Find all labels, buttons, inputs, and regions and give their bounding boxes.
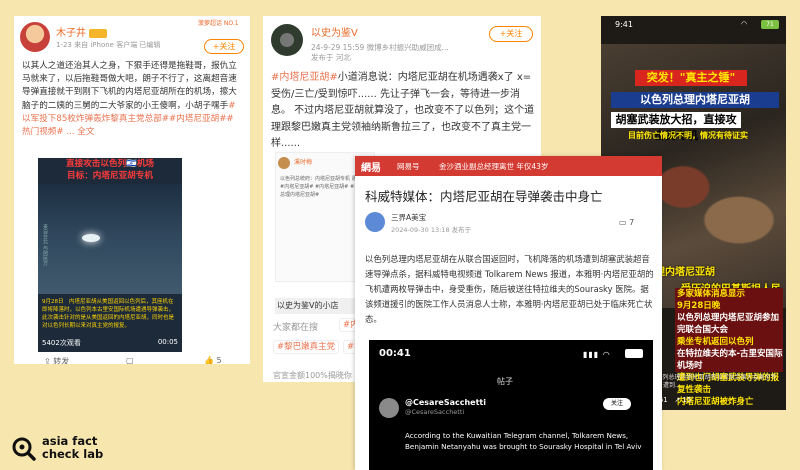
post-header: 木子井 1-23 来自 iPhone 客户端 已编辑 菠萝超话 NO.1 +关注: [14, 16, 250, 58]
news-line: 在特拉维夫的本-古里安国际机场时: [677, 349, 783, 371]
video-frame: 来自台北 与阿民方: [38, 184, 182, 294]
section-label[interactable]: 网易号: [397, 161, 420, 172]
post-meta: 1-23 来自 iPhone 客户端 已编辑: [56, 41, 161, 49]
status-bar: 9:41 ◠ 71: [601, 16, 786, 36]
video-duration: 00:05: [157, 338, 178, 346]
share-button[interactable]: ↗ 15: [674, 396, 691, 404]
level-badge-icon: [89, 28, 107, 38]
comment-count[interactable]: ▭ 7: [619, 218, 634, 227]
weibo-post-card-1: 木子井 1-23 来自 iPhone 客户端 已编辑 菠萝超话 NO.1 +关注…: [14, 16, 250, 364]
comment-icon: ▭: [619, 218, 630, 227]
avatar[interactable]: [271, 24, 303, 56]
top-bar: 網易 网易号 金沙酒业副总经理离世 年仅43岁: [355, 156, 662, 176]
tweet-author: @CesareSacchetti: [405, 398, 486, 407]
news-overlay: 多家媒体消息显示 9月28日晚 以色列总理内塔尼亚胡参加完联合国大会 乘坐专机返…: [675, 288, 783, 407]
view-count: 5402次观看: [42, 339, 81, 347]
like-button[interactable]: 👍 5: [204, 356, 222, 364]
avatar: [379, 398, 399, 418]
headline-banner: 胡塞武装放大招，直接攻击其专机: [611, 112, 741, 142]
news-line: 多家媒体消息显示: [677, 289, 746, 299]
clock: 9:41: [615, 20, 633, 29]
news-line: 乘坐专机返回以色列: [677, 337, 754, 347]
asia-fact-check-lab-logo: asia fact check lab: [12, 435, 132, 465]
clock: 00:41: [379, 348, 411, 359]
video-side-text: 来自台北 与阿民方: [42, 224, 48, 266]
ad-text: 官宣金额100%揭晓你: [273, 371, 352, 380]
explosion-flash: [82, 234, 100, 242]
video-title-line1: 直接攻击以色列🇮🇱机场: [65, 159, 155, 169]
follow-button[interactable]: +关注: [204, 39, 244, 54]
battery-icon: [625, 349, 643, 358]
repost-button[interactable]: ⇪ 转发: [44, 356, 69, 364]
logo-line2: check lab: [42, 447, 104, 461]
post-body: 以其人之道还治其人之身，下狠手还得是拖鞋哥，报仇立马就来了，以后拖鞋哥做大吧，朗…: [22, 61, 237, 138]
headline-banner: 目前伤亡情况不明，情况有待证实: [628, 131, 748, 140]
tweet-handle: @CesareSacchetti: [405, 408, 465, 416]
page-title: 帖子: [497, 377, 513, 386]
follow-button[interactable]: +关注: [489, 26, 533, 42]
comment-icon[interactable]: ▢: [126, 356, 134, 364]
embedded-username: 溪时梅: [294, 159, 313, 166]
shop-link[interactable]: 以史为鉴V的小店: [275, 298, 355, 314]
fact-check-logo-icon: [12, 437, 36, 461]
netease-article-card: 網易 网易号 金沙酒业副总经理离世 年仅43岁 科威特媒体：内塔尼亚胡在导弹袭击…: [355, 156, 662, 470]
super-topic-tag[interactable]: 菠萝超话 NO.1: [198, 20, 239, 28]
trending-tag[interactable]: #黎巴嫩真主党: [273, 340, 340, 354]
avatar[interactable]: [365, 212, 385, 232]
netease-logo[interactable]: 網易: [361, 159, 381, 174]
post-location: 发布于 河北: [311, 53, 351, 62]
embedded-screenshot: 00:41 ▮▮▮ ◠ 帖子 @CesareSacchetti @CesareS…: [369, 340, 653, 470]
tweet-text: According to the Kuwaitian Telegram chan…: [405, 431, 642, 451]
follow-button: 关注: [603, 398, 631, 410]
avatar: [278, 157, 290, 169]
publish-date: 2024-09-30 13:18 发布于: [391, 226, 472, 234]
video-title-line2: 目标：内塔尼亚胡专机: [67, 171, 153, 181]
news-line: 以色列总理内塔尼亚胡参加完联合国大会: [677, 313, 780, 335]
trending-label: 大家都在搜: [273, 323, 319, 333]
expand-link[interactable]: ... 全文: [66, 127, 94, 137]
author-name[interactable]: 三界A美宝: [391, 212, 426, 223]
post-body: #内塔尼亚胡#小道消息说：内塔尼亚胡在机场遇袭x了 x=受伤/三亡/受到惊吓..…: [271, 72, 535, 149]
wifi-icon: ◠: [741, 20, 748, 28]
avatar[interactable]: [20, 22, 50, 52]
article-title: 科威特媒体：内塔尼亚胡在导弹袭击中身亡: [365, 189, 603, 204]
signal-icon: ▮▮▮ ◠: [583, 350, 611, 359]
article-body: 以色列总理内塔尼亚胡在从联合国返回时，飞机降落的机场遭到胡塞武装超音速导弹点杀，…: [365, 254, 654, 324]
battery-icon: 71: [761, 20, 779, 29]
video-player[interactable]: 直接攻击以色列🇮🇱机场 目标：内塔尼亚胡专机 来自台北 与阿民方 9月28日 内…: [38, 158, 182, 352]
headline-banner: 突发！"真主之锤": [635, 70, 747, 86]
news-line: 9月28日晚: [677, 301, 721, 311]
people-scene: [641, 154, 781, 264]
video-caption: 9月28日 内塔尼亚胡从美国返回以色列后，其座机在即将降落时，以色列本古里安国际…: [42, 299, 175, 329]
hashtag[interactable]: #内塔尼亚胡#: [271, 72, 338, 83]
username[interactable]: 木子井: [56, 24, 107, 39]
trending-headline[interactable]: 金沙酒业副总经理离世 年仅43岁: [439, 161, 548, 172]
username[interactable]: 以史为鉴V: [311, 24, 358, 39]
headline-banner: 以色列总理内塔尼亚胡: [611, 92, 779, 108]
